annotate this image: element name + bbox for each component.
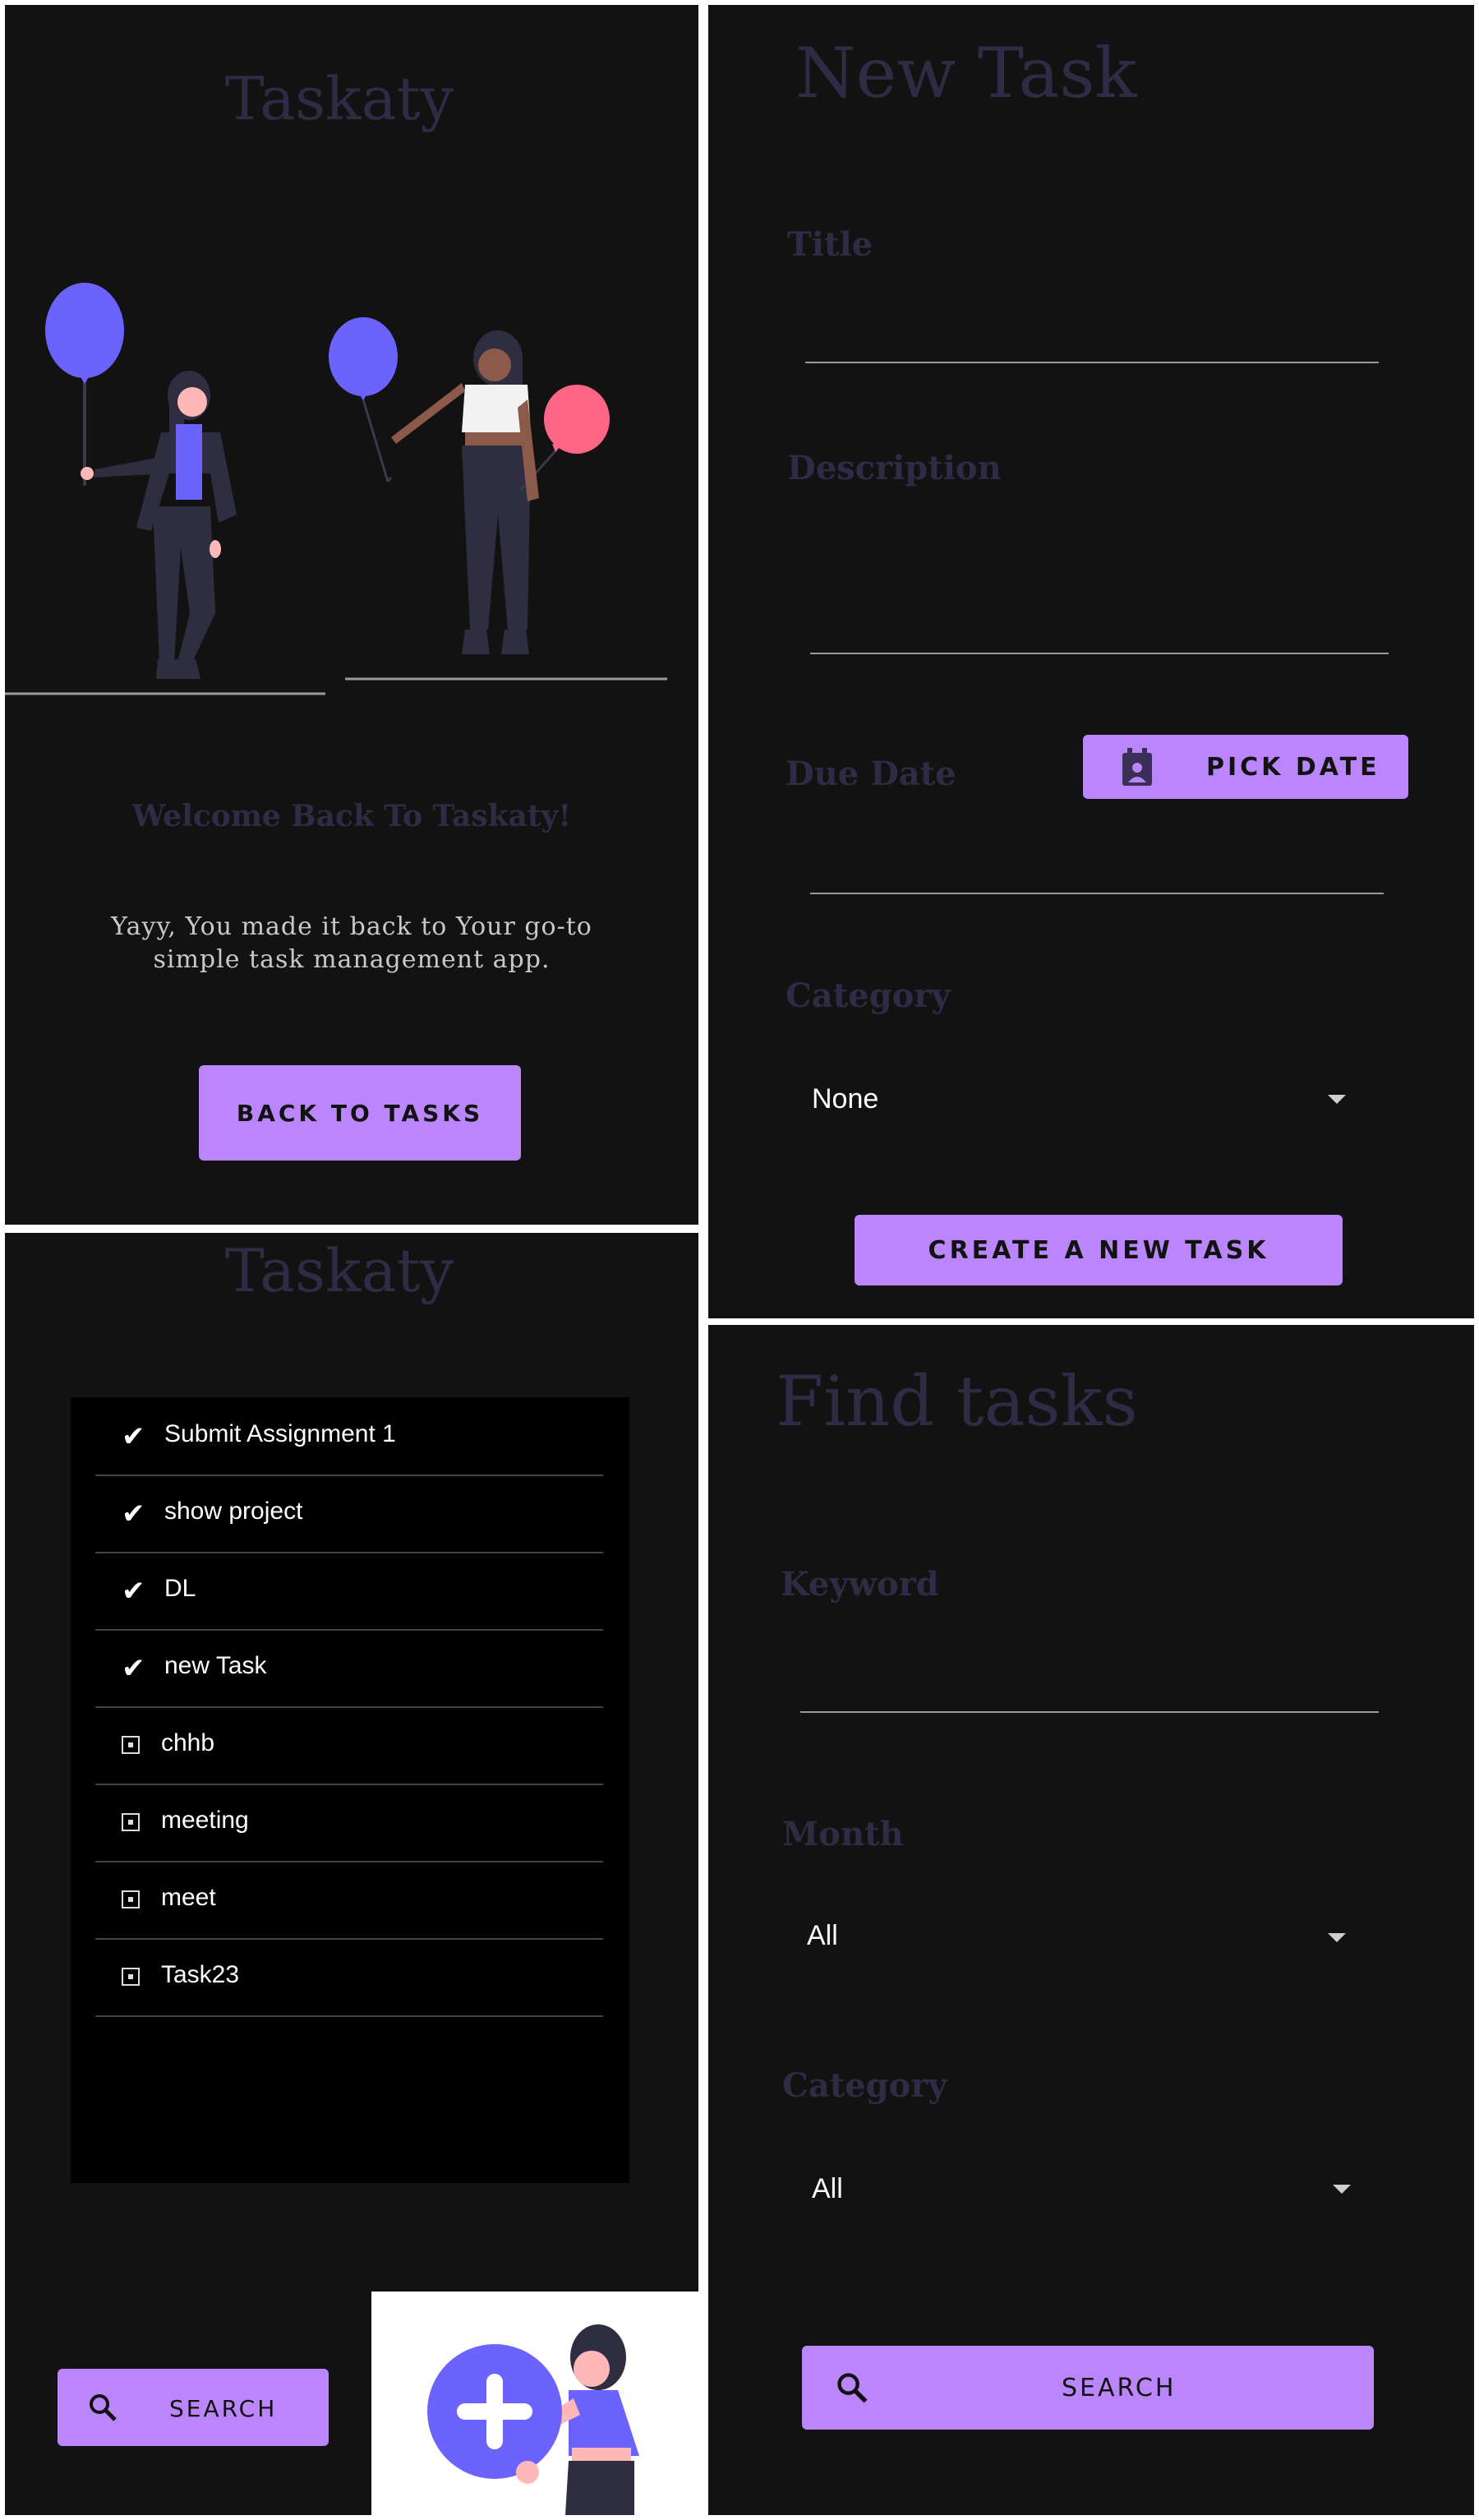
category-select[interactable]: All [812, 2173, 843, 2205]
add-task-fab[interactable] [371, 2292, 698, 2515]
task-label: meeting [161, 1807, 249, 1834]
balloon-women-illustration [5, 283, 667, 695]
due-date-label: Due Date [786, 755, 956, 793]
pick-date-button[interactable]: PICK DATE [1083, 735, 1408, 799]
month-label: Month [782, 1815, 904, 1853]
checkmark-icon: ✔ [122, 1575, 145, 1608]
checkmark-icon: ✔ [122, 1652, 145, 1685]
find-tasks-screen: Find tasks Keyword Month All Category Al… [708, 1325, 1474, 2515]
welcome-message-line-2: simple task management app. [153, 945, 551, 974]
list-item[interactable]: ✔ new Task [95, 1629, 603, 1708]
checkmark-icon: ✔ [122, 1420, 145, 1453]
month-select[interactable]: All [807, 1920, 838, 1952]
description-label: Description [787, 449, 1002, 487]
task-label: Task23 [161, 1961, 240, 1988]
chevron-down-icon[interactable] [1328, 1933, 1346, 1942]
checkbox-icon[interactable] [122, 1968, 140, 1986]
list-item[interactable]: meet [95, 1861, 603, 1940]
welcome-heading: Welcome Back To Taskaty! [131, 799, 572, 833]
page-title: Find tasks [776, 1361, 1138, 1442]
list-item[interactable]: chhb [95, 1706, 603, 1785]
due-date-input[interactable] [810, 893, 1384, 894]
welcome-screen: Taskaty Welcome Back To Taskaty! Yayy, Y… [5, 5, 698, 1225]
task-label: show project [164, 1498, 303, 1525]
search-button[interactable]: SEARCH [802, 2346, 1374, 2430]
search-label: SEARCH [1062, 2374, 1177, 2402]
list-item[interactable]: ✔ Submit Assignment 1 [95, 1397, 603, 1476]
app-title: Taskaty [224, 64, 454, 133]
category-select[interactable]: None [812, 1083, 878, 1115]
welcome-message-line-1: Yayy, You made it back to Your go-to [111, 912, 592, 941]
pick-date-label: PICK DATE [1206, 753, 1380, 782]
list-item[interactable]: Task23 [95, 1938, 603, 2017]
create-task-button[interactable]: CREATE A NEW TASK [855, 1215, 1343, 1285]
list-item[interactable]: ✔ DL [95, 1552, 603, 1631]
chevron-down-icon[interactable] [1333, 2185, 1351, 2194]
checkbox-icon[interactable] [122, 1890, 140, 1908]
search-label: SEARCH [169, 2395, 278, 2422]
title-label: Title [787, 225, 873, 264]
list-item[interactable]: ✔ show project [95, 1475, 603, 1553]
app-title: Taskaty [224, 1236, 454, 1305]
checkmark-icon: ✔ [122, 1498, 145, 1530]
chevron-down-icon[interactable] [1328, 1095, 1346, 1104]
checkbox-icon[interactable] [122, 1736, 140, 1754]
keyword-label: Keyword [781, 1565, 939, 1604]
calendar-person-icon [1121, 746, 1154, 787]
page-title: New Task [795, 33, 1137, 113]
task-label: DL [164, 1575, 196, 1602]
back-to-tasks-button[interactable]: BACK TO TASKS [199, 1065, 521, 1161]
keyword-input[interactable] [800, 1711, 1379, 1713]
list-item[interactable]: meeting [95, 1784, 603, 1862]
add-task-illustration [427, 2324, 639, 2515]
checkbox-icon[interactable] [122, 1813, 140, 1831]
new-task-screen: New Task Title Description Due Date PICK… [708, 5, 1474, 1318]
search-icon [90, 2394, 117, 2421]
task-label: chhb [161, 1729, 215, 1756]
task-list: ✔ Submit Assignment 1 ✔ show project ✔ D… [71, 1397, 629, 2183]
task-label: meet [161, 1884, 216, 1911]
task-label: Submit Assignment 1 [164, 1420, 396, 1447]
search-button[interactable]: SEARCH [58, 2369, 329, 2446]
category-label: Category [786, 976, 951, 1015]
category-label: Category [782, 2066, 947, 2105]
task-label: new Task [164, 1652, 267, 1679]
search-icon [837, 2373, 868, 2403]
description-input[interactable] [810, 653, 1389, 654]
title-input[interactable] [805, 362, 1379, 363]
